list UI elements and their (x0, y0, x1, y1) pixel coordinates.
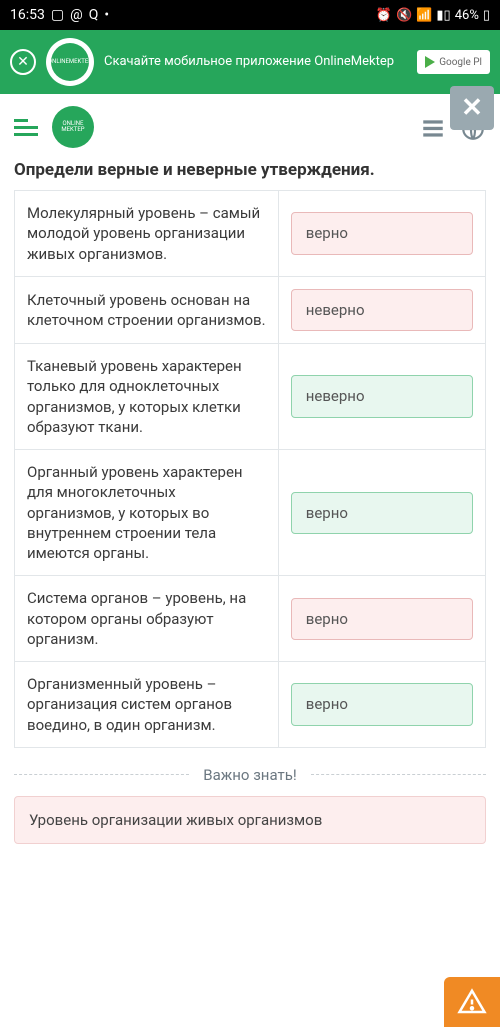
answer-option[interactable]: верно (291, 598, 473, 640)
site-logo[interactable]: ONLINE MEKTEP (52, 106, 94, 148)
statement-cell: Клеточный уровень основан на клеточном с… (15, 276, 279, 343)
answer-cell: неверно (278, 344, 485, 450)
answer-cell: верно (278, 191, 485, 277)
answer-cell: верно (278, 662, 485, 748)
divider-label: Важно знать! (189, 766, 310, 784)
at-icon: @ (70, 7, 83, 23)
info-card: Уровень организации живых организмов (14, 796, 486, 844)
promo-logo: ONLINE MEKTEP (46, 38, 94, 86)
search-icon: Q (89, 7, 99, 23)
logo-text1: ONLINE (48, 59, 69, 65)
table-row: Система органов – уровень, на котором ор… (15, 576, 486, 662)
answer-option[interactable]: верно (291, 683, 473, 725)
answer-option[interactable]: верно (291, 212, 473, 254)
google-play-button[interactable]: Google Pl (417, 50, 490, 74)
promo-dismiss-button[interactable]: ✕ (10, 49, 36, 75)
battery-icon: ▯ (483, 8, 490, 23)
answer-option[interactable]: неверно (291, 289, 473, 331)
answer-option[interactable]: неверно (291, 375, 473, 417)
android-status-bar: 16:53 ▢ @ Q • ⏰ 🔇 📶 ▮▯ 46% ▯ (0, 0, 500, 30)
table-row: Тканевый уровень характерен только для о… (15, 344, 486, 450)
signal-icon: ▮▯ (436, 8, 450, 23)
quiz-table: Молекулярный уровень – самый молодой уро… (14, 190, 486, 748)
main-content: Определи верные и неверные утверждения. … (0, 160, 500, 844)
battery-text: 46% (455, 8, 479, 23)
app-promo-banner: ✕ ONLINE MEKTEP Скачайте мобильное прило… (0, 30, 500, 94)
info-card-text: Уровень организации живых организмов (29, 811, 322, 829)
table-row: Органный уровень характерен для многокле… (15, 450, 486, 576)
answer-cell: верно (278, 576, 485, 662)
answer-cell: верно (278, 450, 485, 576)
dot-icon: • (104, 7, 109, 23)
statement-cell: Органный уровень характерен для многокле… (15, 450, 279, 576)
warning-icon (457, 987, 487, 1017)
section-divider: Важно знать! (14, 766, 486, 784)
status-right: ⏰ 🔇 📶 ▮▯ 46% ▯ (376, 8, 490, 23)
table-row: Молекулярный уровень – самый молодой уро… (15, 191, 486, 277)
list-view-button[interactable] (420, 116, 446, 138)
google-play-label: Google Pl (439, 57, 482, 68)
question-title: Определи верные и неверные утверждения. (14, 160, 486, 180)
close-icon: ✕ (17, 54, 29, 70)
google-play-icon (425, 56, 435, 68)
answer-cell: неверно (278, 276, 485, 343)
table-row: Организменный уровень – организация сист… (15, 662, 486, 748)
menu-button[interactable] (14, 119, 38, 136)
logo-text2: MEKTEP (61, 126, 84, 133)
status-time: 16:53 (10, 7, 45, 23)
overlay-close-button[interactable]: ✕ (450, 86, 494, 130)
wifi-icon: 📶 (416, 8, 432, 23)
status-left: 16:53 ▢ @ Q • (10, 7, 109, 23)
statement-cell: Система органов – уровень, на котором ор… (15, 576, 279, 662)
table-row: Клеточный уровень основан на клеточном с… (15, 276, 486, 343)
answer-option[interactable]: верно (291, 492, 473, 534)
statement-cell: Организменный уровень – организация сист… (15, 662, 279, 748)
statement-cell: Тканевый уровень характерен только для о… (15, 344, 279, 450)
mute-icon: 🔇 (396, 8, 412, 23)
alarm-icon: ⏰ (376, 8, 392, 23)
report-issue-button[interactable] (444, 977, 500, 1027)
logo-text2: MEKTEP (69, 59, 92, 65)
image-icon: ▢ (51, 7, 64, 23)
top-nav: ONLINE MEKTEP (0, 94, 500, 160)
promo-text: Скачайте мобильное приложение OnlineMekt… (104, 54, 407, 71)
statement-cell: Молекулярный уровень – самый молодой уро… (15, 191, 279, 277)
close-icon: ✕ (461, 93, 483, 123)
